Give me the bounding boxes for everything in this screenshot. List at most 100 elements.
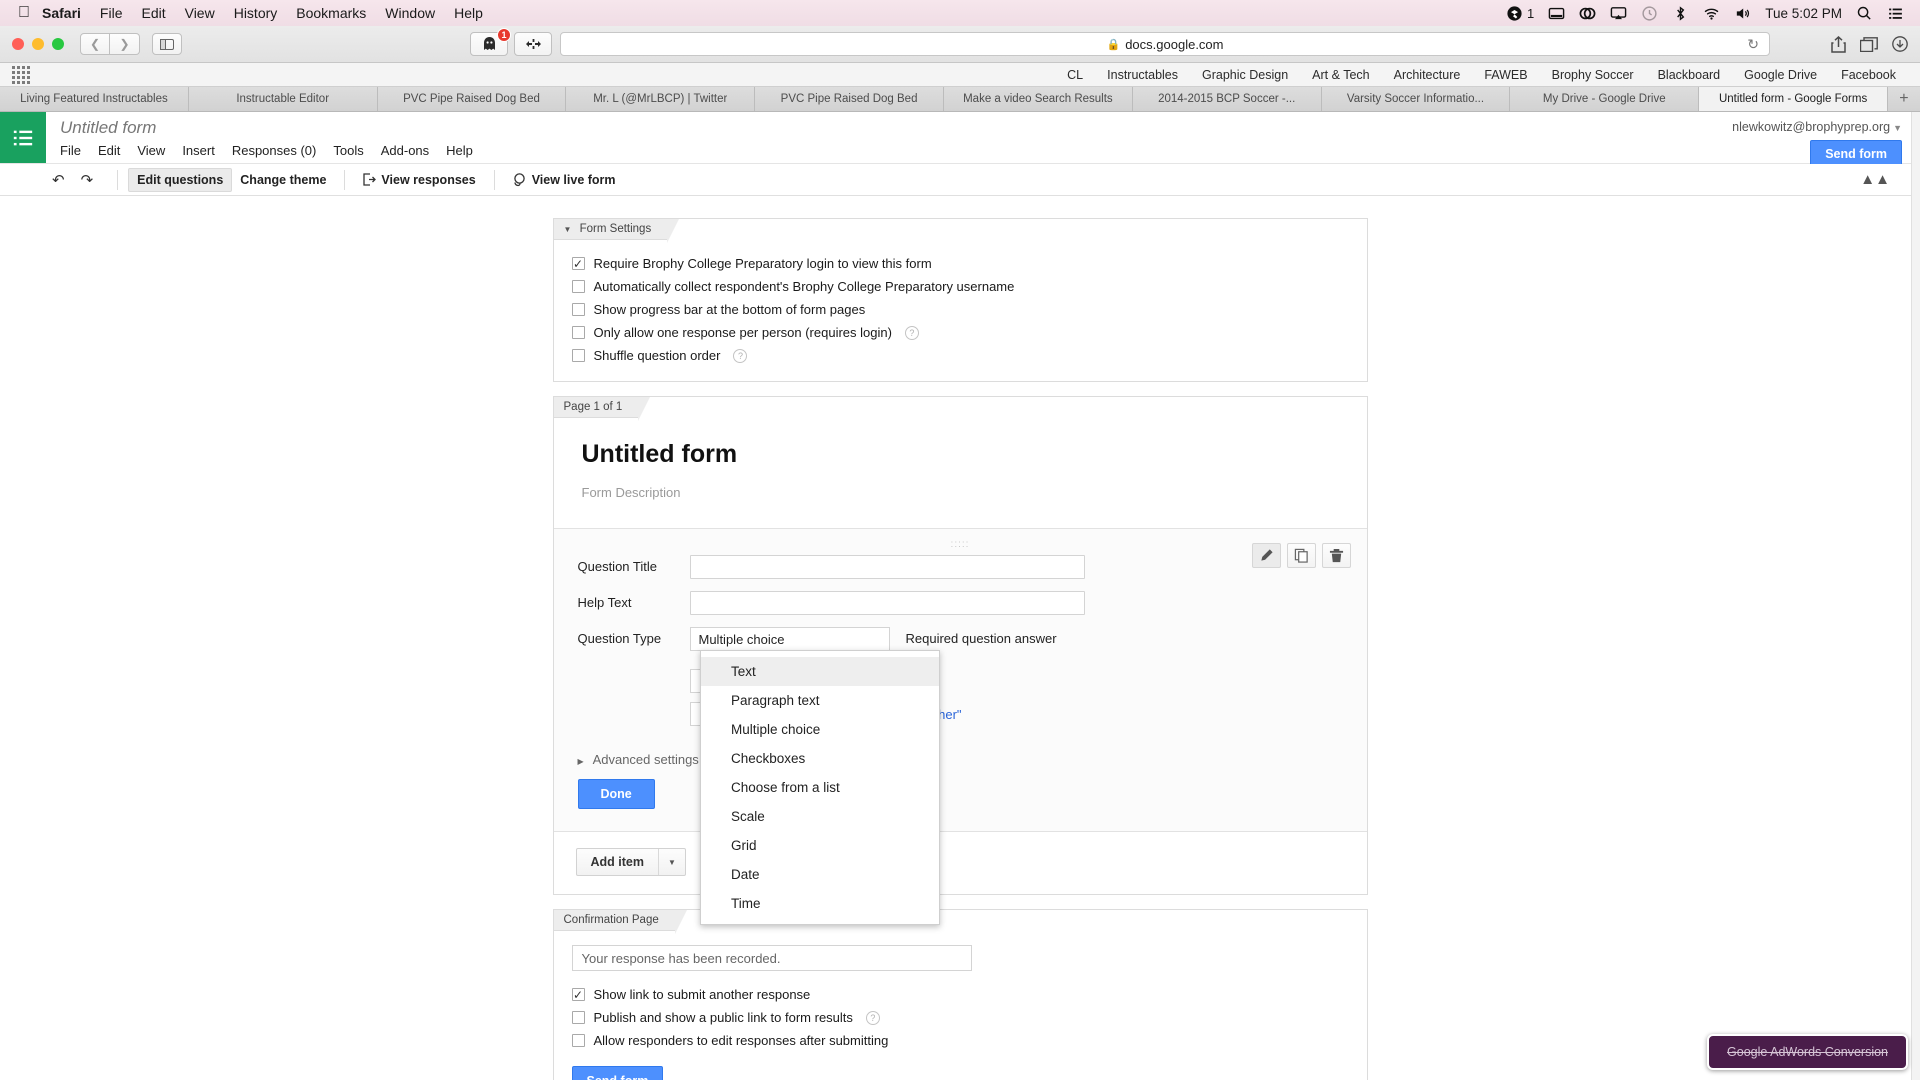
address-bar[interactable]: 🔒 docs.google.com ↻ bbox=[560, 32, 1770, 56]
close-window-button[interactable] bbox=[12, 38, 24, 50]
add-item-button[interactable]: Add item bbox=[577, 849, 658, 875]
shuffle-questions-checkbox[interactable] bbox=[571, 349, 585, 362]
send-form-button-bottom[interactable]: Send form bbox=[571, 1066, 664, 1080]
menu-item-history[interactable]: History bbox=[234, 5, 278, 21]
one-response-checkbox[interactable] bbox=[571, 326, 585, 339]
bookmark-blackboard[interactable]: Blackboard bbox=[1658, 68, 1721, 82]
dropdown-item-scale[interactable]: Scale bbox=[701, 802, 939, 831]
menu-item-window[interactable]: Window bbox=[385, 5, 435, 21]
account-email[interactable]: nlewkowitz@brophyprep.org ▼ bbox=[1732, 120, 1902, 134]
new-tab-button[interactable]: + bbox=[1887, 87, 1920, 111]
page-tab[interactable]: Page 1 of 1 bbox=[553, 397, 651, 421]
form-description-field[interactable]: Form Description bbox=[582, 485, 1339, 500]
setting-row[interactable]: Only allow one response per person (requ… bbox=[571, 321, 1367, 344]
dropdown-item-date[interactable]: Date bbox=[701, 860, 939, 889]
menu-view[interactable]: View bbox=[137, 143, 165, 158]
require-login-checkbox[interactable] bbox=[571, 257, 585, 270]
browser-tab[interactable]: PVC Pipe Raised Dog Bed bbox=[755, 87, 944, 111]
collapse-chevrons-icon[interactable]: ▲▲ bbox=[1860, 171, 1890, 188]
bookmark-cl[interactable]: CL bbox=[1067, 68, 1083, 82]
show-submit-link-checkbox[interactable] bbox=[571, 988, 585, 1001]
confirm-setting-row[interactable]: Show link to submit another response bbox=[571, 983, 1367, 1006]
tab-change-theme[interactable]: Change theme bbox=[232, 169, 334, 191]
help-text-input[interactable] bbox=[689, 591, 1085, 615]
undo-icon[interactable]: ↶ bbox=[52, 171, 65, 189]
advanced-settings-toggle[interactable]: ▶ Advanced settings bbox=[578, 752, 1367, 767]
menu-item-bookmarks[interactable]: Bookmarks bbox=[296, 5, 366, 21]
menu-item-view[interactable]: View bbox=[185, 5, 215, 21]
menu-file[interactable]: File bbox=[60, 143, 81, 158]
airplay-icon[interactable] bbox=[1610, 5, 1627, 22]
zoom-window-button[interactable] bbox=[52, 38, 64, 50]
browser-tab-active[interactable]: Untitled form - Google Forms bbox=[1699, 87, 1888, 111]
help-icon[interactable]: ? bbox=[904, 325, 919, 340]
bookmark-graphic-design[interactable]: Graphic Design bbox=[1202, 68, 1288, 82]
bookmark-faweb[interactable]: FAWEB bbox=[1484, 68, 1527, 82]
tabs-overview-icon[interactable] bbox=[1860, 36, 1878, 52]
dropdown-item-time[interactable]: Time bbox=[701, 889, 939, 918]
bookmark-facebook[interactable]: Facebook bbox=[1841, 68, 1896, 82]
menu-insert[interactable]: Insert bbox=[182, 143, 215, 158]
duplicate-question-icon[interactable] bbox=[1286, 543, 1316, 568]
wifi-icon[interactable] bbox=[1703, 5, 1720, 22]
menu-responses[interactable]: Responses (0) bbox=[232, 143, 317, 158]
browser-tab[interactable]: Instructable Editor bbox=[188, 87, 378, 111]
browser-tab[interactable]: 2014-2015 BCP Soccer -... bbox=[1132, 87, 1322, 111]
reload-icon[interactable]: ↻ bbox=[1747, 36, 1759, 53]
dropbox-icon[interactable]: 1 bbox=[1506, 5, 1534, 22]
delete-question-icon[interactable] bbox=[1321, 543, 1351, 568]
bookmark-brophy-soccer[interactable]: Brophy Soccer bbox=[1552, 68, 1634, 82]
page-scrollbar[interactable] bbox=[1911, 112, 1920, 1080]
sidebar-toggle-button[interactable] bbox=[152, 33, 182, 55]
dropdown-item-checkboxes[interactable]: Checkboxes bbox=[701, 744, 939, 773]
menu-item-safari[interactable]: Safari bbox=[42, 5, 81, 21]
share-icon[interactable] bbox=[1831, 35, 1846, 53]
help-icon[interactable]: ? bbox=[733, 348, 748, 363]
menubar-clock[interactable]: Tue 5:02 PM bbox=[1765, 6, 1842, 21]
setting-row[interactable]: Show progress bar at the bottom of form … bbox=[571, 298, 1367, 321]
menu-item-edit[interactable]: Edit bbox=[141, 5, 165, 21]
question-title-input[interactable] bbox=[689, 555, 1085, 579]
downloads-icon[interactable] bbox=[1892, 36, 1908, 52]
help-icon[interactable]: ? bbox=[865, 1010, 880, 1025]
ghostery-icon[interactable]: 1 bbox=[470, 28, 511, 56]
chevron-down-icon[interactable]: ▼ bbox=[657, 849, 685, 875]
browser-tab[interactable]: Varsity Soccer Informatio... bbox=[1321, 87, 1511, 111]
setting-row[interactable]: Automatically collect respondent's Broph… bbox=[571, 275, 1367, 298]
browser-tab[interactable]: Make a video Search Results bbox=[943, 87, 1133, 111]
form-title-field[interactable]: Untitled form bbox=[582, 440, 1339, 469]
browser-tab[interactable]: My Drive - Google Drive bbox=[1510, 87, 1700, 111]
notification-center-icon[interactable] bbox=[1887, 5, 1904, 22]
forward-button[interactable]: ❯ bbox=[110, 33, 140, 55]
tab-edit-questions[interactable]: Edit questions bbox=[128, 167, 233, 192]
minimize-window-button[interactable] bbox=[32, 38, 44, 50]
creative-cloud-icon[interactable] bbox=[1579, 5, 1596, 22]
tab-view-live-form[interactable]: View live form bbox=[505, 169, 624, 191]
menu-help[interactable]: Help bbox=[446, 143, 473, 158]
bookmark-art-tech[interactable]: Art & Tech bbox=[1312, 68, 1369, 82]
tab-view-responses[interactable]: View responses bbox=[355, 169, 483, 191]
bookmark-google-drive[interactable]: Google Drive bbox=[1744, 68, 1817, 82]
bookmark-architecture[interactable]: Architecture bbox=[1394, 68, 1461, 82]
allow-edit-responses-checkbox[interactable] bbox=[571, 1034, 585, 1047]
browser-tab[interactable]: PVC Pipe Raised Dog Bed bbox=[377, 87, 567, 111]
dropdown-item-choose-from-list[interactable]: Choose from a list bbox=[701, 773, 939, 802]
done-button[interactable]: Done bbox=[577, 779, 655, 809]
dropdown-item-grid[interactable]: Grid bbox=[701, 831, 939, 860]
apple-icon[interactable]:  bbox=[18, 5, 30, 21]
confirm-setting-row[interactable]: Allow responders to edit responses after… bbox=[571, 1029, 1367, 1052]
publish-results-checkbox[interactable] bbox=[571, 1011, 585, 1024]
browser-tab[interactable]: Mr. L (@MrLBCP) | Twitter bbox=[566, 87, 756, 111]
page-title[interactable]: Untitled form bbox=[60, 117, 1732, 139]
apps-grid-icon[interactable] bbox=[12, 65, 30, 84]
setting-row[interactable]: Shuffle question order ? bbox=[571, 344, 1367, 367]
back-button[interactable]: ❮ bbox=[80, 33, 110, 55]
menu-addons[interactable]: Add-ons bbox=[381, 143, 429, 158]
bluetooth-icon[interactable] bbox=[1672, 5, 1689, 22]
dropdown-item-multiple-choice[interactable]: Multiple choice bbox=[701, 715, 939, 744]
setting-row[interactable]: Require Brophy College Preparatory login… bbox=[571, 252, 1367, 275]
redo-icon[interactable]: ↷ bbox=[81, 171, 94, 189]
confirm-setting-row[interactable]: Publish and show a public link to form r… bbox=[571, 1006, 1367, 1029]
confirmation-message-input[interactable]: Your response has been recorded. bbox=[571, 945, 972, 971]
adblock-icon[interactable] bbox=[514, 32, 552, 56]
